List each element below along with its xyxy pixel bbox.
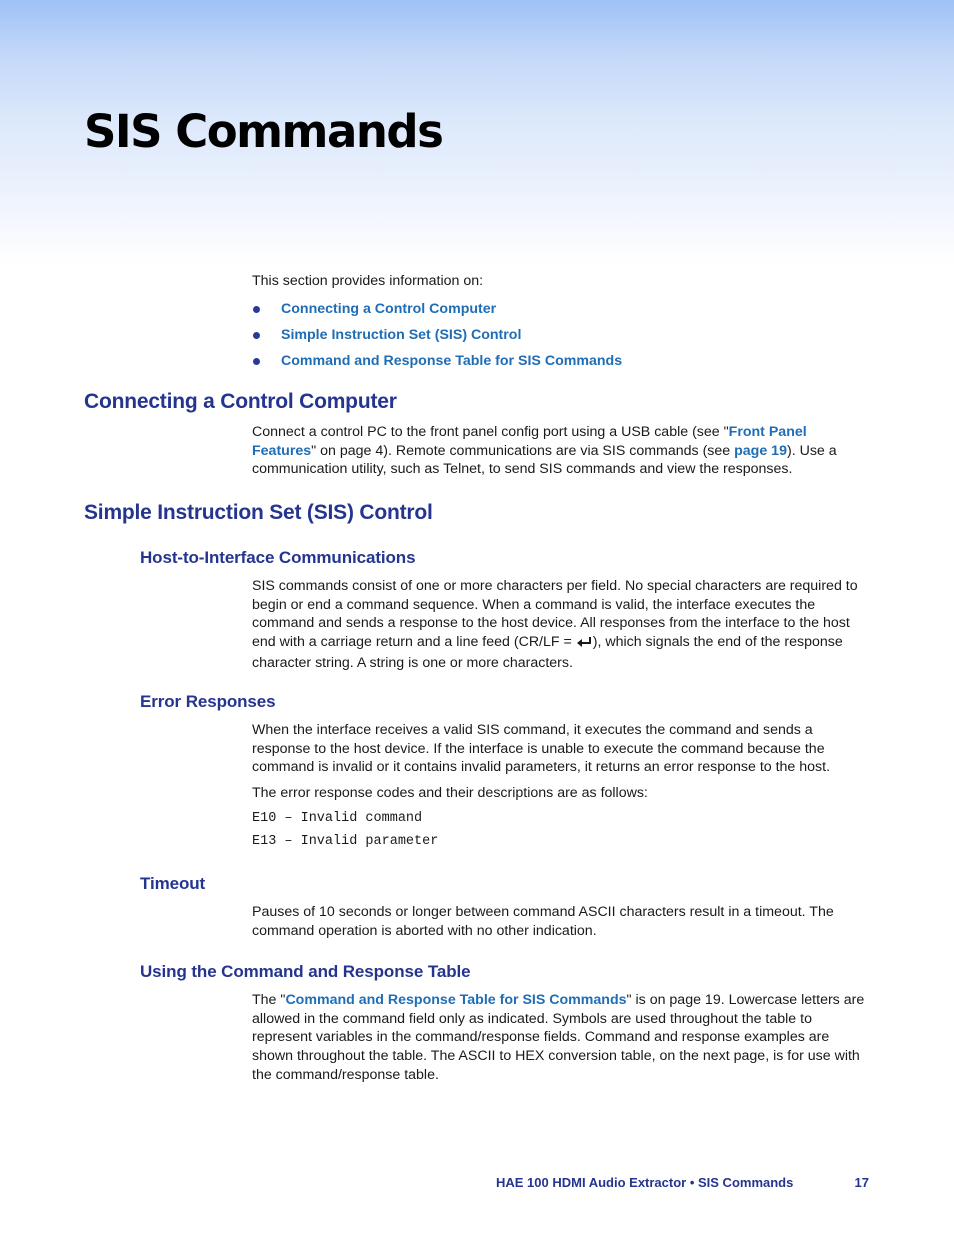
- subsection-heading-errors: Error Responses: [140, 692, 276, 711]
- page-title: SIS Commands: [84, 105, 444, 158]
- errors-paragraph-1: When the interface receives a valid SIS …: [252, 722, 831, 776]
- toc-link-sis-control[interactable]: Simple Instruction Set (SIS) Control: [281, 327, 521, 343]
- footer-page-number: 17: [854, 1175, 869, 1190]
- footer-doc-title: HAE 100 HDMI Audio Extractor • SIS Comma…: [496, 1175, 794, 1190]
- timeout-paragraph: Pauses of 10 seconds or longer between c…: [252, 904, 834, 939]
- bullet-icon: [253, 305, 260, 313]
- host-paragraph: SIS commands consist of one or more char…: [252, 577, 872, 673]
- toc-link-command-table[interactable]: Command and Response Table for SIS Comma…: [281, 353, 622, 369]
- toc-link-connecting[interactable]: Connecting a Control Computer: [281, 301, 496, 317]
- error-code-e13: E13 – Invalid parameter: [252, 834, 439, 849]
- toc-item: Connecting a Control Computer: [252, 296, 622, 322]
- using-table-paragraph: The "Command and Response Table for SIS …: [252, 991, 872, 1085]
- subsection-heading-using-table: Using the Command and Response Table: [140, 962, 471, 981]
- text-span: Connect a control PC to the front panel …: [252, 424, 729, 440]
- subsection-heading-timeout: Timeout: [140, 874, 206, 893]
- section-heading-sis-control: Simple Instruction Set (SIS) Control: [84, 501, 433, 524]
- bullet-icon: [253, 357, 260, 365]
- command-table-link[interactable]: Command and Response Table for SIS Comma…: [285, 992, 626, 1008]
- toc-item: Simple Instruction Set (SIS) Control: [252, 322, 622, 348]
- error-code-e10: E10 – Invalid command: [252, 811, 423, 826]
- toc-list: Connecting a Control Computer Simple Ins…: [252, 296, 622, 374]
- section-heading-connecting: Connecting a Control Computer: [84, 390, 397, 413]
- text-span: The ": [252, 992, 286, 1008]
- text-span: " on page 4). Remote communications are …: [311, 442, 735, 459]
- subsection-heading-host: Host-to-Interface Communications: [140, 548, 416, 567]
- bullet-icon: [253, 331, 260, 339]
- intro-text: This section provides information on:: [252, 273, 484, 289]
- enter-arrow-icon: [576, 635, 593, 654]
- page-footer: HAE 100 HDMI Audio Extractor • SIS Comma…: [496, 1175, 869, 1190]
- errors-paragraph-2: The error response codes and their descr…: [252, 785, 648, 801]
- toc-item: Command and Response Table for SIS Comma…: [252, 348, 622, 374]
- connecting-paragraph: Connect a control PC to the front panel …: [252, 423, 872, 479]
- page-19-link[interactable]: page 19: [734, 443, 787, 459]
